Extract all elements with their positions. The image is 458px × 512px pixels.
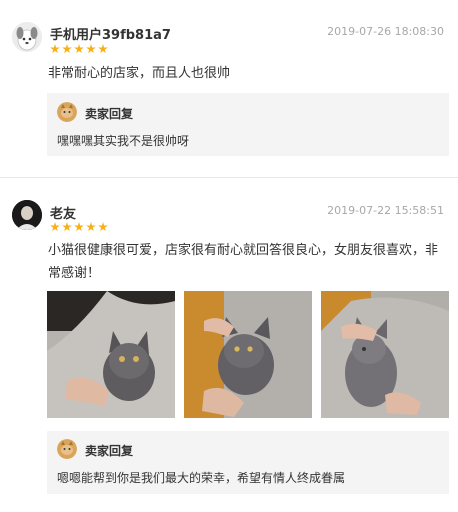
cat-avatar-icon [57,102,77,122]
star-icon [50,44,60,54]
review-text: 非常耐心的店家，而且人也很帅 [48,66,231,81]
review-photo-1[interactable] [47,291,175,418]
seller-avatar [57,102,77,122]
seller-reply-title: 卖家回复 [85,444,134,458]
seller-reply-text: 嘿嘿嘿其实我不是很帅呀 [57,134,190,148]
cat-photo-icon [184,291,312,418]
username: 手机用户39fb81a7 [50,28,171,43]
star-icon [62,44,72,54]
seller-reply-box: 卖家回复 嘿嘿嘿其实我不是很帅呀 [47,93,449,156]
star-icon [74,222,84,232]
person-avatar-icon [12,200,42,230]
star-icon [74,44,84,54]
star-icon [86,44,96,54]
review-timestamp: 2019-07-26 18:08:30 [327,25,444,38]
review-timestamp: 2019-07-22 15:58:51 [327,204,444,217]
star-icon [86,222,96,232]
username: 老友 [50,207,77,222]
star-icon [50,222,60,232]
star-icon [62,222,72,232]
review-text-line-2: 常感谢！ [48,266,101,281]
dog-avatar-icon [12,22,42,52]
seller-reply-text: 嗯嗯能帮到你是我们最大的荣幸，希望有情人终成眷属 [57,471,346,485]
cat-photo-icon [321,291,449,418]
star-icon [98,44,108,54]
review-text-line-1: 小猫很健康很可爱，店家很有耐心就回答很良心，女朋友很喜欢，非 [48,243,439,258]
rating-stars [50,44,108,54]
review-photo-2[interactable] [184,291,312,418]
review-divider [0,177,458,178]
star-icon [98,222,108,232]
seller-reply-title: 卖家回复 [85,107,134,121]
seller-reply-box: 卖家回复 嗯嗯能帮到你是我们最大的荣幸，希望有情人终成眷属 [47,431,449,494]
user-avatar[interactable] [12,22,42,52]
cat-avatar-icon [57,439,77,459]
user-avatar[interactable] [12,200,42,230]
rating-stars [50,222,108,232]
seller-avatar [57,439,77,459]
cat-photo-icon [47,291,175,418]
review-photo-3[interactable] [321,291,449,418]
